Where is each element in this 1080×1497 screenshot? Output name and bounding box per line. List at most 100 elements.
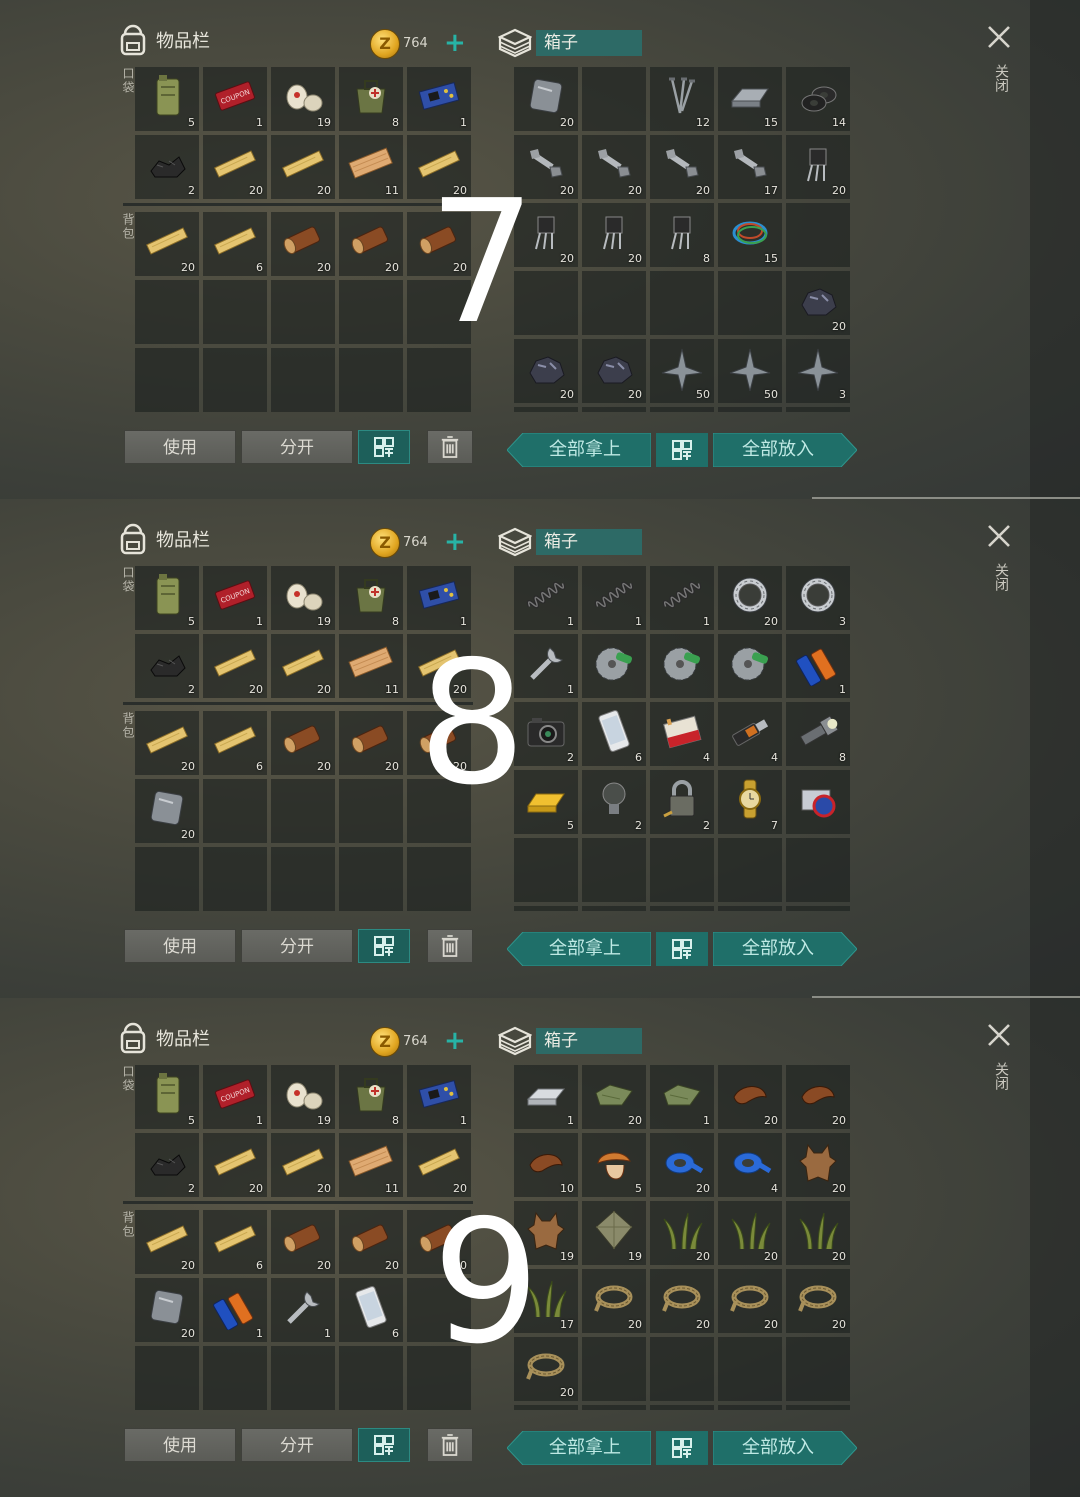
empty-slot[interactable] [786, 203, 850, 267]
split-button[interactable]: 分开 [241, 1428, 353, 1462]
inventory-slot[interactable]: 1 [271, 1278, 335, 1342]
empty-slot[interactable] [650, 906, 714, 911]
empty-slot[interactable] [339, 1346, 403, 1410]
take-all-button[interactable]: 全部拿上 [520, 932, 650, 966]
inventory-slot[interactable]: 20 [582, 1269, 646, 1333]
inventory-slot[interactable]: COUPON 1 [203, 67, 267, 131]
inventory-slot[interactable]: 17 [718, 135, 782, 199]
sort-button[interactable] [358, 929, 410, 963]
inventory-slot[interactable]: 5 [135, 67, 199, 131]
inventory-slot[interactable]: 11 [339, 634, 403, 698]
put-all-button[interactable]: 全部放入 [713, 433, 843, 467]
inventory-slot[interactable]: 1 [514, 1065, 578, 1129]
close-icon[interactable] [986, 24, 1012, 50]
inventory-slot[interactable]: 19 [271, 1065, 335, 1129]
empty-slot[interactable] [582, 67, 646, 131]
inventory-slot[interactable]: 1 [786, 634, 850, 698]
inventory-slot[interactable]: 1 [582, 566, 646, 630]
inventory-slot[interactable]: 20 [271, 634, 335, 698]
empty-slot[interactable] [514, 1405, 578, 1410]
empty-slot[interactable] [203, 280, 267, 344]
add-coins-button[interactable]: + [444, 1026, 466, 1056]
inventory-slot[interactable]: 2 [135, 634, 199, 698]
inventory-slot[interactable]: 20 [786, 271, 850, 335]
inventory-slot[interactable]: 20 [786, 1065, 850, 1129]
use-button[interactable]: 使用 [124, 1428, 236, 1462]
inventory-slot[interactable]: 20 [582, 135, 646, 199]
inventory-slot[interactable]: 20 [135, 779, 199, 843]
inventory-slot[interactable]: 12 [650, 67, 714, 131]
inventory-slot[interactable]: 8 [339, 67, 403, 131]
empty-slot[interactable] [203, 348, 267, 412]
inventory-slot[interactable]: 5 [135, 566, 199, 630]
empty-slot[interactable] [203, 847, 267, 911]
empty-slot[interactable] [135, 348, 199, 412]
add-coins-button[interactable]: + [444, 527, 466, 557]
inventory-slot[interactable]: 5 [135, 1065, 199, 1129]
inventory-slot[interactable]: 20 [203, 135, 267, 199]
inventory-slot[interactable]: 20 [271, 1133, 335, 1197]
empty-slot[interactable] [650, 407, 714, 412]
empty-slot[interactable] [271, 348, 335, 412]
use-button[interactable]: 使用 [124, 929, 236, 963]
inventory-slot[interactable]: 1 [650, 566, 714, 630]
inventory-slot[interactable]: 5 [582, 1133, 646, 1197]
inventory-slot[interactable]: 4 [718, 702, 782, 766]
inventory-slot[interactable] [718, 634, 782, 698]
inventory-slot[interactable]: 20 [650, 1133, 714, 1197]
inventory-slot[interactable]: 1 [407, 1065, 471, 1129]
empty-slot[interactable] [786, 906, 850, 911]
empty-slot[interactable] [582, 906, 646, 911]
inventory-slot[interactable]: 2 [135, 135, 199, 199]
inventory-slot[interactable]: 20 [339, 212, 403, 276]
box-grid[interactable]: 20 12 15 14 20 20 20 17 20 20 20 8 15 20 20 20 50 50 3 [514, 67, 850, 412]
empty-slot[interactable] [650, 838, 714, 902]
inventory-slot[interactable]: 1 [650, 1065, 714, 1129]
inventory-slot[interactable]: 6 [339, 1278, 403, 1342]
empty-slot[interactable] [582, 1337, 646, 1401]
empty-slot[interactable] [514, 906, 578, 911]
empty-slot[interactable] [786, 1405, 850, 1410]
inventory-slot[interactable]: 20 [135, 1278, 199, 1342]
close-label[interactable]: 关闭 [991, 64, 1011, 92]
empty-slot[interactable] [135, 847, 199, 911]
box-grid[interactable]: 1 1 1 20 3 1 1 2 6 4 4 8 5 2 2 7 [514, 566, 850, 911]
inventory-slot[interactable]: 20 [339, 1210, 403, 1274]
inventory-slot[interactable]: 20 [582, 1065, 646, 1129]
inventory-slot[interactable]: 15 [718, 67, 782, 131]
empty-slot[interactable] [582, 407, 646, 412]
empty-slot[interactable] [718, 271, 782, 335]
empty-slot[interactable] [271, 779, 335, 843]
inventory-slot[interactable]: 11 [339, 135, 403, 199]
empty-slot[interactable] [203, 1346, 267, 1410]
empty-slot[interactable] [650, 271, 714, 335]
inventory-slot[interactable]: 19 [271, 566, 335, 630]
put-all-button[interactable]: 全部放入 [713, 932, 843, 966]
take-all-button[interactable]: 全部拿上 [520, 1431, 650, 1465]
inventory-slot[interactable]: 6 [582, 702, 646, 766]
inventory-slot[interactable]: 4 [718, 1133, 782, 1197]
inventory-slot[interactable]: 20 [786, 1133, 850, 1197]
box-sort-button[interactable] [656, 433, 708, 467]
empty-slot[interactable] [203, 779, 267, 843]
inventory-slot[interactable]: 7 [718, 770, 782, 834]
inventory-slot[interactable]: COUPON 1 [203, 1065, 267, 1129]
close-label[interactable]: 关闭 [991, 563, 1011, 591]
inventory-slot[interactable]: 20 [271, 711, 335, 775]
delete-button[interactable] [427, 430, 473, 464]
inventory-slot[interactable]: 2 [135, 1133, 199, 1197]
put-all-button[interactable]: 全部放入 [713, 1431, 843, 1465]
split-button[interactable]: 分开 [241, 430, 353, 464]
sort-button[interactable] [358, 1428, 410, 1462]
inventory-slot[interactable] [582, 634, 646, 698]
delete-button[interactable] [427, 1428, 473, 1462]
inventory-slot[interactable]: 20 [650, 135, 714, 199]
split-button[interactable]: 分开 [241, 929, 353, 963]
empty-slot[interactable] [786, 1337, 850, 1401]
inventory-slot[interactable]: 20 [718, 1065, 782, 1129]
inventory-slot[interactable]: 20 [718, 1269, 782, 1333]
inventory-slot[interactable]: 1 [407, 67, 471, 131]
inventory-slot[interactable] [786, 770, 850, 834]
inventory-slot[interactable]: 20 [514, 67, 578, 131]
inventory-slot[interactable]: 15 [718, 203, 782, 267]
